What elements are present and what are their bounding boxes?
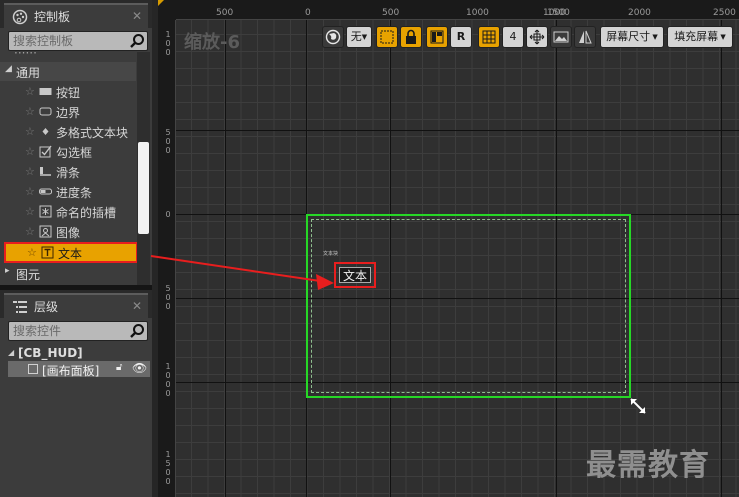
safe-zone — [311, 219, 626, 393]
hierarchy-title: 层级 — [34, 300, 59, 314]
hierarchy-panel: 层级 ✕ ◢ [CB_HUD] [画布面板] 🔓︎ 👁︎ — [0, 290, 152, 497]
lock-icon[interactable] — [400, 26, 422, 48]
ruler-horizontal: 500 0 500 1000 1000 1500 2000 2500 — [158, 0, 739, 20]
star-icon[interactable]: ☆ — [25, 145, 35, 158]
screen-bounds: 文本块 文本 — [306, 214, 631, 398]
palette-search-input[interactable] — [9, 32, 127, 50]
fill-screen-dropdown[interactable]: 填充屏幕 ▼ — [667, 26, 733, 48]
slider-icon — [39, 165, 52, 178]
star-icon[interactable]: ☆ — [25, 165, 35, 178]
hierarchy-search-input[interactable] — [9, 322, 127, 340]
mirror-icon[interactable] — [574, 26, 596, 48]
palette-scrollbar[interactable] — [137, 52, 150, 285]
palette-item-image[interactable]: ☆ 图像 — [0, 222, 136, 241]
checkbox-icon — [39, 145, 52, 158]
star-icon[interactable]: ☆ — [27, 246, 37, 259]
star-icon[interactable]: ☆ — [25, 225, 35, 238]
palette-item-named-slot[interactable]: ☆ 命名的插槽 — [0, 202, 136, 221]
palette-item-border[interactable]: ☆ 边界 — [0, 102, 136, 121]
outline-toggle-button[interactable] — [376, 26, 398, 48]
palette-item-checkbox[interactable]: ☆ 勾选框 — [0, 142, 136, 161]
grid-size-dropdown[interactable]: 4 — [502, 26, 524, 48]
hierarchy-tab[interactable]: 层级 ✕ — [0, 290, 152, 318]
ruler-corner — [158, 0, 176, 20]
button-icon — [39, 85, 52, 98]
expand-arrow-icon: ◢ — [5, 64, 12, 74]
globe-icon[interactable] — [322, 26, 344, 48]
collapse-arrow-icon: ▸ — [5, 266, 10, 276]
palette-title: 控制板 — [34, 10, 71, 24]
palette-item-slider[interactable]: ☆ 滑条 — [0, 162, 136, 181]
zoom-label: 缩放-6 — [184, 32, 240, 53]
palette-search[interactable] — [8, 31, 148, 51]
expand-arrow-icon: ◢ — [8, 348, 15, 357]
star-icon[interactable]: ☆ — [25, 185, 35, 198]
unlock-icon[interactable]: 🔓︎ — [116, 362, 122, 373]
close-icon[interactable]: ✕ — [132, 8, 142, 24]
layout-icon[interactable] — [426, 26, 448, 48]
palette-item-button[interactable]: ☆ 按钮 — [0, 82, 136, 101]
watermark: 最需教育 — [586, 448, 710, 483]
hierarchy-icon — [12, 299, 28, 315]
hierarchy-root[interactable]: ◢ [CB_HUD] — [8, 345, 150, 361]
progress-bar-icon — [39, 185, 52, 198]
image-mode-icon[interactable] — [550, 26, 572, 48]
palette-item-rich-text[interactable]: ☆ 多格式文本块 — [0, 122, 136, 141]
hierarchy-canvas-panel[interactable]: [画布面板] 🔓︎ 👁︎ — [8, 361, 150, 378]
palette-icon — [12, 9, 28, 25]
text-widget-label: 文本 — [339, 267, 371, 283]
close-icon[interactable]: ✕ — [132, 298, 142, 314]
named-slot-icon — [39, 205, 52, 218]
resize-handle-icon[interactable] — [628, 396, 648, 416]
hierarchy-search[interactable] — [8, 321, 148, 341]
category-partial: ······ — [14, 52, 37, 60]
text-block-label: 文本块 — [323, 251, 339, 257]
palette-panel: 控制板 ✕ ······ ◢ 通用 ☆ 按钮 ☆ 边界 ☆ 多格式文本块 ☆ 勾… — [0, 0, 152, 285]
image-icon — [39, 225, 52, 238]
palette-scroll-thumb[interactable] — [138, 142, 149, 234]
grid-snap-icon[interactable] — [478, 26, 500, 48]
palette-item-progress-bar[interactable]: ☆ 进度条 — [0, 182, 136, 201]
canvas-panel-icon — [28, 364, 38, 374]
category-common[interactable]: ◢ 通用 — [0, 62, 136, 81]
text-widget[interactable]: 文本 — [334, 262, 376, 288]
text-icon — [41, 246, 54, 259]
border-icon — [39, 105, 52, 118]
r-toggle-button[interactable]: R — [450, 26, 472, 48]
palette-item-text[interactable]: ☆ 文本 — [4, 242, 138, 263]
ruler-vertical: 100 500 0 500 1000 1500 — [158, 20, 176, 497]
screen-size-dropdown[interactable]: 屏幕尺寸 ▼ — [600, 26, 664, 48]
move-icon[interactable] — [526, 26, 548, 48]
designer-canvas[interactable]: 500 0 500 1000 1000 1500 2000 2500 100 5… — [158, 0, 739, 497]
palette-tab[interactable]: 控制板 ✕ — [0, 0, 152, 28]
star-icon[interactable]: ☆ — [25, 85, 35, 98]
star-icon[interactable]: ☆ — [25, 105, 35, 118]
localize-dropdown[interactable]: 无▼ — [346, 26, 372, 48]
category-primitive[interactable]: ▸ 图元 — [0, 264, 136, 283]
star-icon[interactable]: ☆ — [25, 125, 35, 138]
search-icon[interactable] — [129, 323, 145, 339]
search-icon[interactable] — [129, 33, 145, 49]
star-icon[interactable]: ☆ — [25, 205, 35, 218]
rich-text-icon — [39, 125, 52, 138]
eye-icon[interactable]: 👁︎ — [132, 361, 147, 375]
